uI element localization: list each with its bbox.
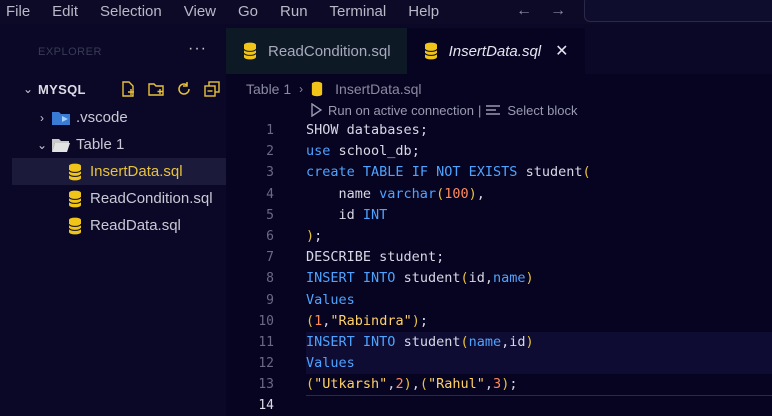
line-number: 10: [258, 313, 274, 329]
database-file-icon: [64, 163, 86, 181]
line-number-gutter: 1 2 3 4 5 6 7 8 9 10 11 12 13 14: [226, 120, 274, 416]
line-number: 1: [266, 123, 274, 138]
line-number: 6: [266, 228, 274, 244]
code-line[interactable]: ("Utkarsh",2),("Rahul",3);: [306, 374, 772, 395]
tree-item-label: ReadData.sql: [90, 217, 181, 234]
new-file-icon[interactable]: [118, 79, 138, 99]
chevron-down-icon: ⌄: [36, 137, 48, 152]
code-line[interactable]: SHOW databases;: [306, 120, 772, 141]
line-number: 4: [266, 186, 274, 202]
line-number: 5: [266, 207, 274, 223]
refresh-icon[interactable]: [174, 79, 194, 99]
vscode-folder-icon: [50, 109, 72, 127]
back-arrow-icon[interactable]: ←: [516, 2, 532, 20]
database-file-icon: [421, 41, 441, 61]
code-line[interactable]: INSERT INTO student(id,name): [306, 268, 772, 289]
navigation-arrows: ← →: [516, 0, 566, 22]
code-line[interactable]: INSERT INTO student(name,id): [306, 331, 772, 354]
database-file-icon: [311, 81, 327, 97]
tree-item-readcondition[interactable]: ReadCondition.sql: [12, 185, 226, 212]
tab-bar: ReadCondition.sql InsertData.sql ✕: [226, 28, 772, 74]
code-line[interactable]: Values: [306, 290, 772, 311]
explorer-actions: [118, 78, 222, 100]
tree-item-label: ReadCondition.sql: [90, 190, 213, 207]
forward-arrow-icon[interactable]: →: [550, 2, 566, 20]
code-line[interactable]: DESCRIBE student;: [306, 247, 772, 268]
tree-item-readdata[interactable]: ReadData.sql: [12, 212, 226, 239]
menu-edit[interactable]: Edit: [52, 2, 78, 22]
line-number: 11: [258, 334, 274, 350]
tab-insertdata[interactable]: InsertData.sql ✕: [406, 28, 585, 74]
new-folder-icon[interactable]: [146, 79, 166, 99]
codelens-divider: |: [477, 102, 482, 118]
menu-view[interactable]: View: [184, 2, 216, 22]
breadcrumb-file[interactable]: InsertData.sql: [335, 81, 421, 97]
select-block-icon: [485, 104, 501, 116]
line-number: 9: [266, 292, 274, 308]
explorer-title: EXPLORER: [38, 46, 102, 58]
chevron-right-icon: ›: [299, 82, 304, 96]
code-line[interactable]: [306, 395, 772, 416]
codelens: Run on active connection | Select block: [310, 102, 577, 118]
menu-file[interactable]: File: [6, 2, 30, 22]
line-number: 12: [258, 356, 274, 372]
line-number: 14: [258, 398, 274, 414]
menu-selection[interactable]: Selection: [100, 2, 162, 22]
explorer-sidebar: EXPLORER ··· ⌄ MYSQL › .vscode ⌄ Table 1…: [0, 28, 226, 416]
code-line[interactable]: use school_db;: [306, 141, 772, 162]
more-actions-icon[interactable]: ···: [188, 40, 207, 58]
command-center[interactable]: [584, 0, 772, 22]
tree-item-label: Table 1: [76, 136, 125, 153]
run-on-active-connection-link[interactable]: Run on active connection: [328, 103, 474, 118]
code-line[interactable]: create TABLE IF NOT EXISTS student(: [306, 162, 772, 183]
tab-label: InsertData.sql: [448, 42, 542, 60]
menu-bar: File Edit Selection View Go Run Terminal…: [0, 0, 772, 24]
database-file-icon: [64, 190, 86, 208]
tab-readcondition[interactable]: ReadCondition.sql: [226, 28, 407, 74]
database-file-icon: [64, 217, 86, 235]
tree-item-vscode[interactable]: › .vscode: [12, 104, 226, 131]
line-number: 3: [266, 165, 274, 181]
line-number: 2: [266, 144, 274, 160]
chevron-down-icon: ⌄: [22, 82, 34, 96]
tree-item-table-1[interactable]: ⌄ Table 1: [12, 131, 226, 158]
line-number: 7: [266, 250, 274, 266]
database-file-icon: [240, 41, 260, 61]
menu-terminal[interactable]: Terminal: [330, 2, 387, 22]
line-number: 8: [266, 271, 274, 287]
collapse-all-icon[interactable]: [202, 79, 222, 99]
code-line[interactable]: id INT: [306, 205, 772, 226]
workspace-folder-name: MYSQL: [38, 81, 86, 97]
code-line[interactable]: Values: [306, 353, 772, 375]
select-block-link[interactable]: Select block: [507, 103, 577, 118]
menu-run[interactable]: Run: [280, 2, 308, 22]
code-line[interactable]: );: [306, 226, 772, 247]
tree-item-label: InsertData.sql: [90, 163, 183, 180]
breadcrumb: Table 1 › InsertData.sql: [246, 80, 422, 98]
code-editor[interactable]: SHOW databases; use school_db; create TABL…: [306, 120, 772, 416]
tree-item-insertdata[interactable]: InsertData.sql: [12, 158, 226, 185]
code-line[interactable]: name varchar(100),: [306, 184, 772, 205]
play-icon: [310, 103, 322, 117]
chevron-right-icon: ›: [40, 110, 44, 125]
tree-item-label: .vscode: [76, 109, 128, 126]
menu-help[interactable]: Help: [408, 2, 439, 22]
close-icon[interactable]: ✕: [555, 41, 568, 61]
editor-area: ReadCondition.sql InsertData.sql ✕ Table…: [226, 28, 772, 416]
breadcrumb-folder[interactable]: Table 1: [246, 81, 291, 97]
code-line[interactable]: (1,"Rabindra");: [306, 311, 772, 332]
tab-label: ReadCondition.sql: [268, 42, 391, 60]
open-folder-icon: [50, 136, 72, 154]
line-number: 13: [258, 377, 274, 393]
menu-go[interactable]: Go: [238, 2, 258, 22]
workspace-folder-header[interactable]: ⌄ MYSQL: [12, 78, 226, 100]
